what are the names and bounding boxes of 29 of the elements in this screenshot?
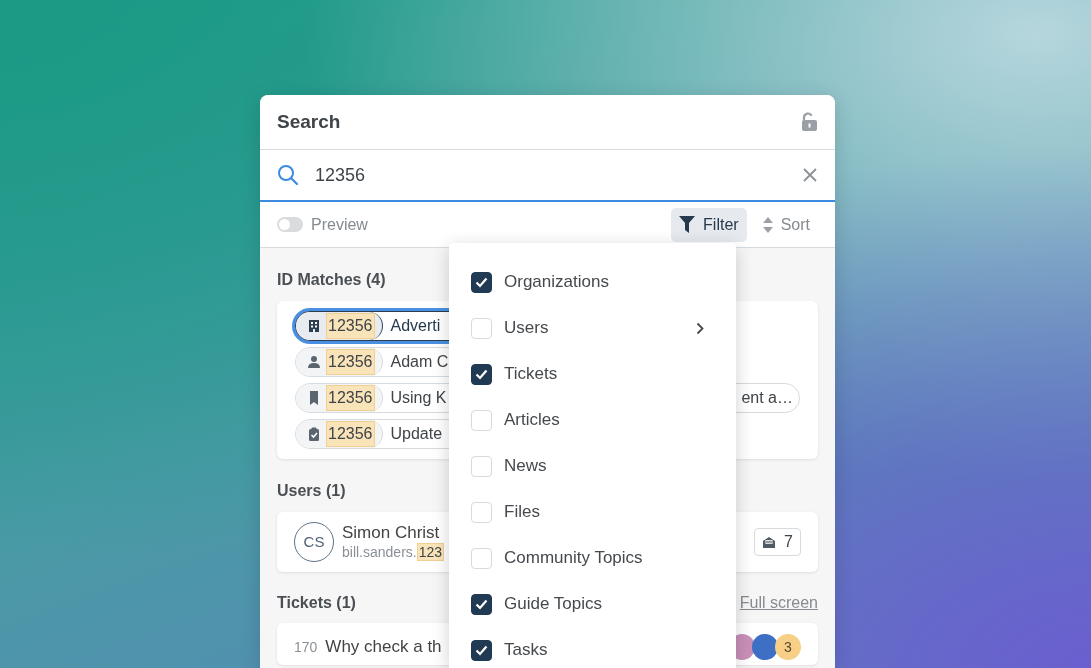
option-label: Users bbox=[504, 317, 549, 340]
section-heading: Users (1) bbox=[277, 481, 346, 501]
option-label: Tickets bbox=[504, 363, 558, 386]
id-highlight: 12356 bbox=[326, 349, 375, 375]
ticket-count: 7 bbox=[754, 528, 801, 556]
match-title: Update bbox=[390, 424, 443, 444]
option-label: Files bbox=[504, 501, 540, 524]
option-label: Organizations bbox=[504, 271, 609, 294]
preview-label: Preview bbox=[311, 214, 368, 235]
option-label: Community Topics bbox=[504, 547, 643, 570]
section-heading: ID Matches (4) bbox=[277, 270, 386, 290]
panel-title: Search bbox=[277, 109, 341, 134]
match-title-end: ent a… bbox=[741, 388, 793, 408]
more-count: 3 bbox=[775, 634, 801, 660]
option-label: News bbox=[504, 455, 547, 478]
ticket-title: Why check a th bbox=[325, 636, 442, 659]
match-title: Adam C bbox=[390, 352, 449, 372]
match-title: Using K bbox=[390, 388, 447, 408]
ticket-number: 170 bbox=[294, 637, 318, 657]
id-highlight: 12356 bbox=[326, 385, 375, 411]
option-label: Articles bbox=[504, 409, 560, 432]
id-highlight: 12356 bbox=[326, 421, 375, 447]
user-email: bill.sanders.123 bbox=[342, 543, 445, 561]
option-label: Tasks bbox=[504, 639, 548, 662]
match-title: Adverti bbox=[390, 316, 441, 336]
option-label: Guide Topics bbox=[504, 593, 602, 616]
section-heading: Tickets (1) bbox=[277, 593, 356, 613]
id-highlight: 12356 bbox=[326, 313, 375, 339]
user-name: Simon Christ bbox=[342, 523, 441, 544]
